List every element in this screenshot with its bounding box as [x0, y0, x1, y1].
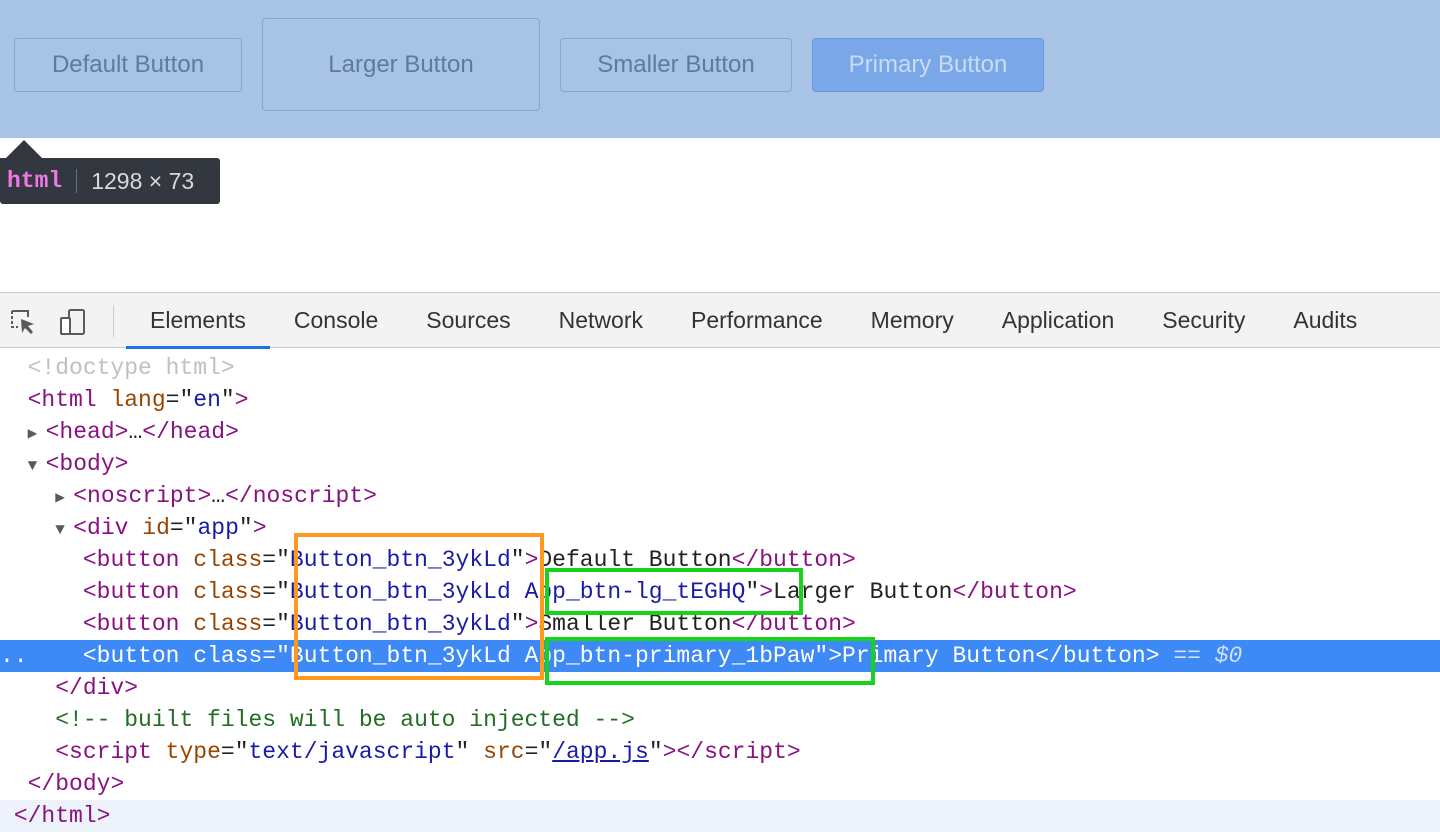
- tab-memory[interactable]: Memory: [847, 293, 978, 348]
- dom-line-div-app[interactable]: ▼ <div id="app">: [0, 512, 1440, 544]
- dom-line-html[interactable]: <html lang="en">: [0, 384, 1440, 416]
- tooltip-divider: [76, 169, 78, 193]
- smaller-button[interactable]: Smaller Button: [560, 38, 792, 92]
- dom-line-head[interactable]: ▶ <head>…</head>: [0, 416, 1440, 448]
- toolbar-divider: [113, 305, 114, 337]
- inspect-element-icon[interactable]: [8, 307, 38, 337]
- selected-marker: == $0: [1173, 643, 1243, 669]
- primary-button[interactable]: Primary Button: [812, 38, 1044, 92]
- doctype-text: <!doctype html>: [27, 355, 235, 381]
- expand-triangle-icon[interactable]: ▶: [55, 482, 73, 514]
- dom-line-button-smaller[interactable]: <button class="Button_btn_3ykLd">Smaller…: [0, 608, 1440, 640]
- script-src-link[interactable]: /app.js: [552, 739, 649, 765]
- lang-value: en: [193, 387, 221, 413]
- tab-elements[interactable]: Elements: [126, 293, 270, 349]
- expand-triangle-icon[interactable]: ▶: [28, 418, 46, 450]
- inspect-tooltip: html 1298 × 73: [0, 158, 220, 204]
- dom-line-body[interactable]: ▼ <body>: [0, 448, 1440, 480]
- device-toolbar-icon[interactable]: [58, 307, 88, 337]
- devtools-tabs: Elements Console Sources Network Perform…: [126, 293, 1381, 349]
- devtools-toolbar: Elements Console Sources Network Perform…: [0, 292, 1440, 349]
- default-button[interactable]: Default Button: [14, 38, 242, 92]
- dom-line-doctype[interactable]: <!doctype html>: [0, 352, 1440, 384]
- tab-audits[interactable]: Audits: [1269, 293, 1381, 348]
- dom-line-body-close[interactable]: </body>: [0, 768, 1440, 800]
- tab-network[interactable]: Network: [535, 293, 667, 348]
- lang-attr: lang: [110, 387, 166, 413]
- collapse-triangle-icon[interactable]: ▼: [55, 514, 73, 546]
- dom-line-button-primary[interactable]: .. <button class="Button_btn_3ykLd App_b…: [0, 640, 1440, 672]
- tab-performance[interactable]: Performance: [667, 293, 847, 348]
- dom-line-html-close[interactable]: </html>: [0, 800, 1440, 832]
- tooltip-tag: html: [7, 168, 63, 194]
- collapse-triangle-icon[interactable]: ▼: [28, 450, 46, 482]
- html-tag: html: [41, 387, 97, 413]
- dom-line-button-default[interactable]: <button class="Button_btn_3ykLd">Default…: [0, 544, 1440, 576]
- dom-line-script[interactable]: <script type="text/javascript" src="/app…: [0, 736, 1440, 768]
- tab-console[interactable]: Console: [270, 293, 402, 348]
- dom-line-noscript[interactable]: ▶ <noscript>…</noscript>: [0, 480, 1440, 512]
- tooltip-arrow: [6, 140, 42, 158]
- dom-line-button-larger[interactable]: <button class="Button_btn_3ykLd App_btn-…: [0, 576, 1440, 608]
- page-preview: Default Button Larger Button Smaller But…: [0, 0, 1440, 138]
- tab-sources[interactable]: Sources: [402, 293, 534, 348]
- dom-tree: <!doctype html> <html lang="en"> ▶ <head>…: [0, 352, 1440, 832]
- tab-application[interactable]: Application: [978, 293, 1139, 348]
- dom-line-comment[interactable]: <!-- built files will be auto injected -…: [0, 704, 1440, 736]
- larger-button[interactable]: Larger Button: [262, 18, 540, 111]
- tooltip-dimensions: 1298 × 73: [91, 167, 195, 194]
- tab-security[interactable]: Security: [1138, 293, 1269, 348]
- devtools-panel: Elements Console Sources Network Perform…: [0, 292, 1440, 832]
- dom-line-div-close[interactable]: </div>: [0, 672, 1440, 704]
